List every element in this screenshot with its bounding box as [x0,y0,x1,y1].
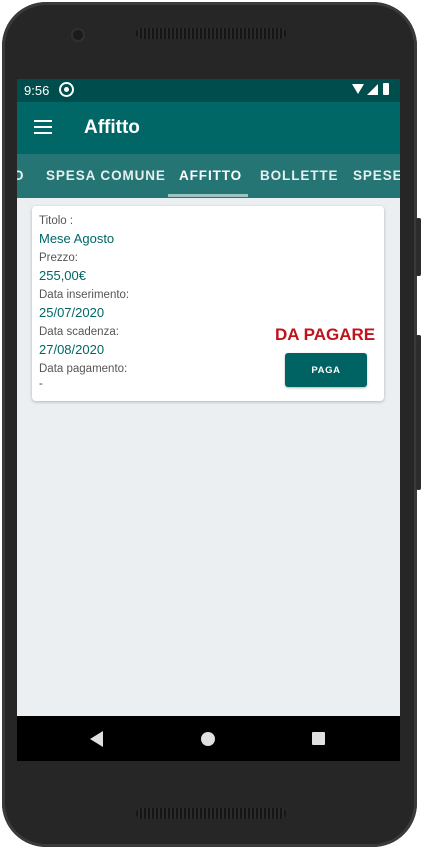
payment-status-badge: DA PAGARE [275,325,376,344]
data-pagamento-value: - [39,378,43,390]
page-title: Affitto [84,117,140,138]
titolo-value: Mese Agosto [39,231,115,246]
bottom-speaker [136,808,286,819]
data-inserimento-value: 25/07/2020 [39,305,105,320]
data-inserimento-label: Data inserimento: [39,289,130,301]
back-icon[interactable] [90,731,103,747]
system-nav-bar [17,716,400,761]
paga-button[interactable]: PAGA [285,353,367,387]
data-scadenza-label: Data scadenza: [39,326,119,338]
sync-icon [59,82,74,97]
front-camera [73,30,83,40]
app-bar: Affitto [17,102,400,154]
recents-icon[interactable] [312,732,325,745]
tab-bollette[interactable]: BOLLETTE [260,154,338,198]
hamburger-menu-icon[interactable] [34,120,52,134]
titolo-label: Titolo : [39,215,74,227]
tab-spese[interactable]: SPESE [353,154,400,198]
tab-partial-left[interactable]: O [17,154,24,198]
app-screen: 9:56 Affitto O SPESA COMUNE AFFITTO BOLL… [17,79,400,761]
signal-icon [367,84,378,95]
volume-button [416,218,421,276]
prezzo-value: 255,00€ [39,268,86,283]
data-scadenza-value: 27/08/2020 [39,342,105,357]
tab-bar: O SPESA COMUNE AFFITTO BOLLETTE SPESE [17,154,400,198]
status-bar: 9:56 [17,79,400,102]
battery-icon [383,83,389,95]
data-pagamento-label: Data pagamento: [39,363,128,375]
expense-card: Titolo : Mese Agosto Prezzo: 255,00€ Dat… [32,206,384,401]
tab-affitto[interactable]: AFFITTO [179,154,242,198]
tab-spesa-comune[interactable]: SPESA COMUNE [46,154,166,198]
active-tab-indicator [168,194,248,197]
prezzo-label: Prezzo: [39,252,78,264]
top-speaker [136,28,286,39]
power-button [416,335,421,490]
wifi-icon [352,84,364,94]
status-time: 9:56 [24,83,50,98]
home-icon[interactable] [201,732,215,746]
